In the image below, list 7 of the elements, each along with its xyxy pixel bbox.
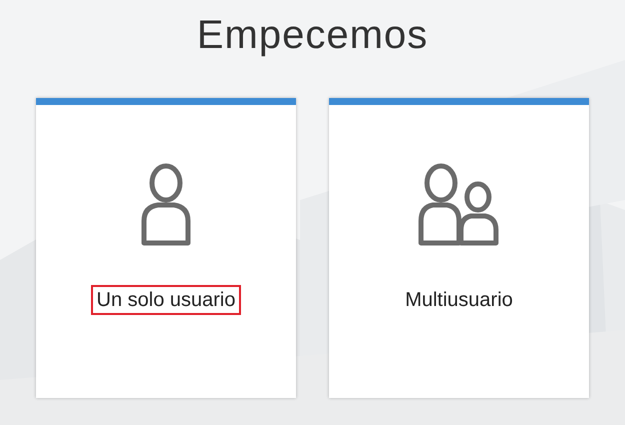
page-title: Empecemos [196, 12, 428, 59]
option-card[interactable]: Multiusuario [329, 98, 589, 398]
two-people-icon [417, 163, 501, 247]
option-card[interactable]: Un solo usuario [36, 98, 296, 398]
person-icon [140, 163, 192, 247]
option-label: Multiusuario [404, 288, 514, 313]
option-label: Un solo usuario [90, 285, 242, 315]
